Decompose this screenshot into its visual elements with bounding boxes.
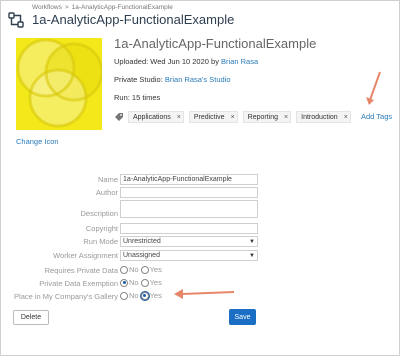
breadcrumb-current: 1a-AnalyticApp-FunctionalExample (71, 4, 173, 11)
private-exempt-label: Private Data Exemption (39, 279, 118, 288)
tag-label: Reporting (247, 113, 279, 121)
gallery-radios: No Yes (120, 291, 164, 300)
radio-label-yes: Yes (149, 278, 162, 287)
description-label: Description (80, 209, 118, 218)
annotation-arrow-icon (174, 289, 235, 299)
author-row: Author (0, 187, 400, 199)
uploaded-info: Uploaded: Wed Jun 10 2020 by Brian Rasa (114, 57, 258, 66)
name-label: Name (97, 175, 118, 184)
copyright-label: Copyright (85, 224, 118, 233)
tag-label: Introduction (301, 113, 338, 121)
change-icon-link[interactable]: Change Icon (16, 137, 59, 146)
author-label: Author (95, 188, 118, 197)
save-button[interactable]: Save (229, 309, 256, 325)
delete-button[interactable]: Delete (13, 310, 49, 325)
tag-label: Applications (133, 113, 171, 121)
name-row: Name 1a-AnalyticApp-FunctionalExample (0, 174, 400, 186)
private-exempt-radios: No Yes (120, 278, 164, 287)
private-data-label: Requires Private Data (44, 266, 118, 275)
copyright-row: Copyright (0, 223, 400, 235)
breadcrumb-workflows[interactable]: Workflows (32, 4, 62, 11)
page-title: 1a-AnalyticApp-FunctionalExample (32, 12, 235, 27)
radio-label-no: No (129, 265, 139, 274)
uploaded-text: Uploaded: Wed Jun 10 2020 by (114, 57, 219, 66)
workflow-icon (8, 12, 24, 28)
runmode-value: Unrestricted (123, 238, 161, 245)
chevron-down-icon: ▼ (249, 239, 255, 245)
chevron-down-icon: ▼ (249, 253, 255, 259)
workflow-name: 1a-AnalyticApp-FunctionalExample (114, 36, 317, 51)
radio-label-yes: Yes (149, 291, 162, 300)
tag-chip-applications: Applications × (128, 111, 184, 123)
radio-label-no: No (129, 278, 139, 287)
radio-label-yes: Yes (149, 265, 162, 274)
runmode-select[interactable]: Unrestricted ▼ (120, 236, 258, 247)
tag-icon (115, 113, 123, 121)
tag-remove-icon[interactable]: × (175, 114, 183, 121)
gallery-yes-radio[interactable] (140, 291, 149, 300)
description-textarea[interactable] (120, 200, 258, 218)
worker-value: Unassigned (123, 252, 160, 259)
breadcrumb: Workflows >1a-AnalyticApp-FunctionalExamp… (32, 4, 173, 11)
copyright-input[interactable] (120, 223, 258, 234)
private-data-no-radio[interactable] (120, 265, 128, 274)
runmode-row: Run Mode Unrestricted ▼ (0, 236, 400, 248)
tag-chip-reporting: Reporting × (242, 111, 292, 123)
private-data-yes-radio[interactable] (140, 265, 149, 274)
workflow-thumbnail (16, 38, 102, 130)
private-exempt-yes-radio[interactable] (140, 278, 149, 287)
studio-text: Private Studio: (114, 75, 163, 84)
thumbnail-rings-icon (16, 38, 102, 130)
studio-info: Private Studio: Brian Rasa's Studio (114, 75, 231, 84)
tag-remove-icon[interactable]: × (282, 114, 290, 121)
name-input[interactable]: 1a-AnalyticApp-FunctionalExample (120, 174, 258, 185)
private-data-row: Requires Private Data No Yes (0, 265, 400, 277)
tag-chip-predictive: Predictive × (188, 111, 238, 123)
tag-label: Predictive (193, 113, 225, 121)
description-row: Description (0, 200, 400, 220)
tag-chip-introduction: Introduction × (296, 111, 351, 123)
gallery-label: Place in My Company's Gallery (14, 292, 118, 301)
private-data-radios: No Yes (120, 265, 164, 274)
worker-row: Worker Assignment Unassigned ▼ (0, 250, 400, 262)
breadcrumb-separator: > (64, 4, 69, 11)
author-input[interactable] (120, 187, 258, 198)
worker-select[interactable]: Unassigned ▼ (120, 250, 258, 261)
uploader-link[interactable]: Brian Rasa (221, 57, 258, 66)
studio-link[interactable]: Brian Rasa's Studio (165, 75, 231, 84)
add-tags-link[interactable]: Add Tags (361, 112, 392, 121)
gallery-no-radio[interactable] (120, 291, 128, 300)
private-exempt-no-radio[interactable] (120, 278, 128, 287)
tag-list: Applications × Predictive × Reporting × … (114, 110, 356, 124)
annotation-arrow-icon (366, 71, 381, 105)
runmode-label: Run Mode (83, 237, 118, 246)
tag-remove-icon[interactable]: × (229, 114, 237, 121)
worker-label: Worker Assignment (53, 251, 118, 260)
radio-label-no: No (129, 291, 139, 300)
run-count: Run: 15 times (114, 93, 161, 102)
tag-remove-icon[interactable]: × (342, 114, 350, 121)
